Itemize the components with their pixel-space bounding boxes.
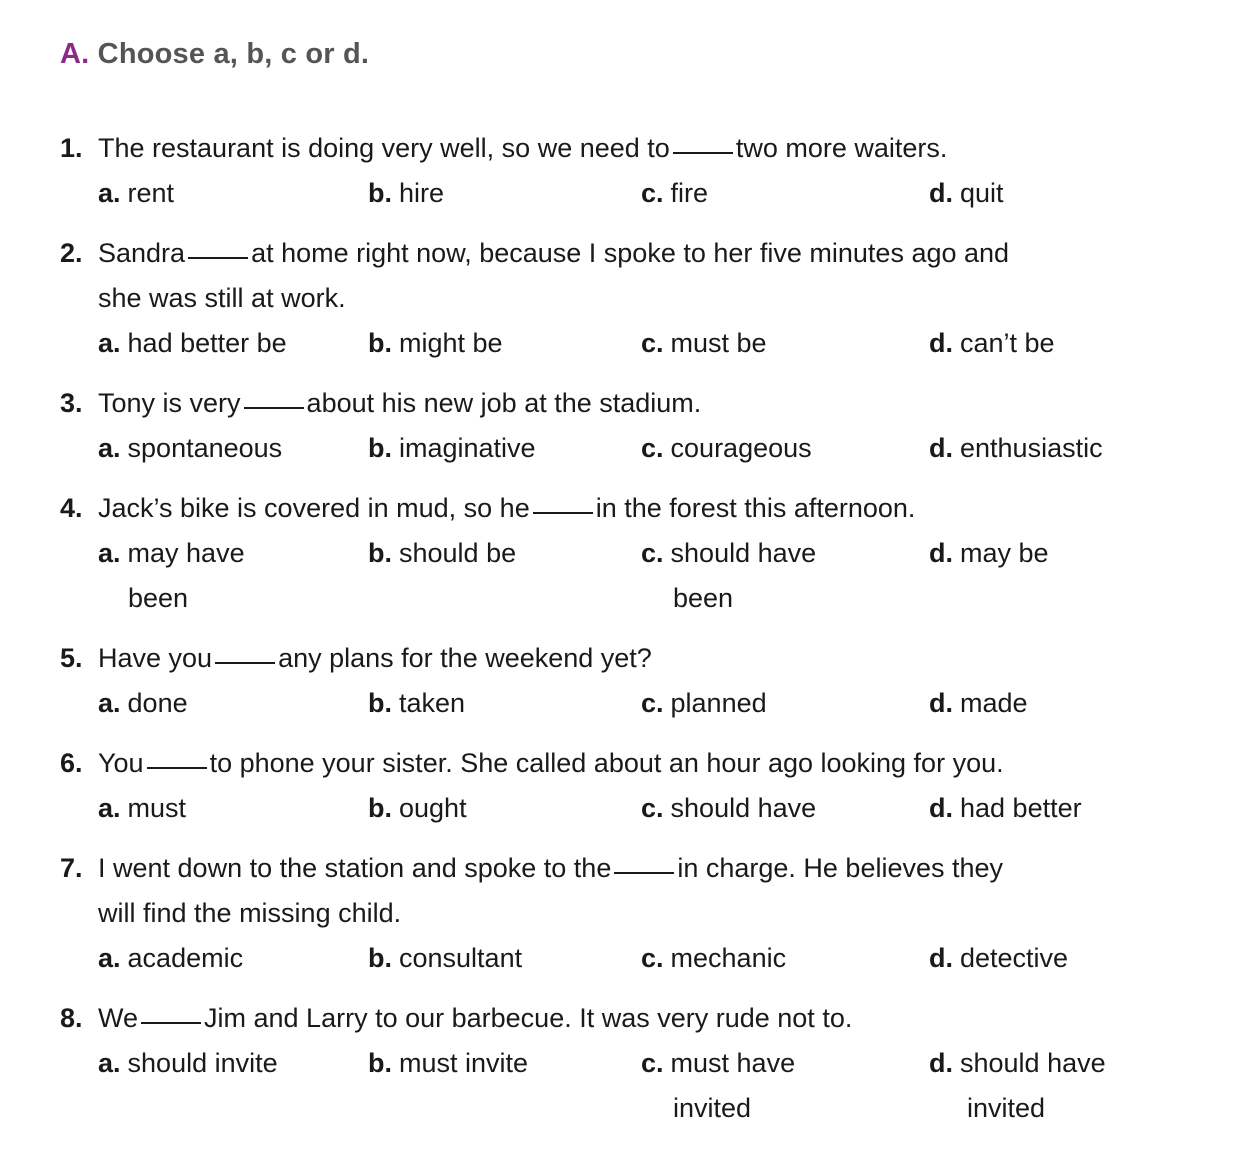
option-d[interactable]: d. should have invited xyxy=(929,1041,1106,1123)
option-c[interactable]: c. fire xyxy=(641,171,708,216)
exercise-heading: A. Choose a, b, c or d. xyxy=(60,38,369,71)
option-c[interactable]: c. courageous xyxy=(641,426,812,471)
question-stem: I went down to the station and spoke to … xyxy=(98,853,1004,883)
option-c[interactable]: c. must have invited xyxy=(641,1041,795,1123)
section-letter: A. xyxy=(60,38,90,70)
option-b[interactable]: b. imaginative xyxy=(368,426,536,471)
question-number: 7. xyxy=(60,853,83,883)
question-number: 5. xyxy=(60,643,83,673)
option-d[interactable]: d. had better xyxy=(929,786,1082,831)
option-d[interactable]: d. enthusiastic xyxy=(929,426,1103,471)
question-stem-continued: will find the missing child. xyxy=(98,898,402,928)
answer-blank xyxy=(146,766,207,770)
option-c[interactable]: c. planned xyxy=(641,681,767,726)
option-a[interactable]: a. rent xyxy=(98,171,174,216)
question-stem: Jack’s bike is covered in mud, so he in t… xyxy=(98,493,916,523)
option-b[interactable]: b. consultant xyxy=(368,936,522,981)
option-a[interactable]: a. had better be xyxy=(98,321,287,366)
question-number: 8. xyxy=(60,1003,83,1033)
question-stem: Have you any plans for the weekend yet? xyxy=(98,643,652,673)
question-stem: We Jim and Larry to our barbecue. It was … xyxy=(98,1003,853,1033)
option-b[interactable]: b. taken xyxy=(368,681,465,726)
question-number: 2. xyxy=(60,238,83,268)
option-a[interactable]: a. should invite xyxy=(98,1041,278,1086)
question-stem: The restaurant is doing very well, so we… xyxy=(98,133,948,163)
option-b[interactable]: b. must invite xyxy=(368,1041,528,1086)
option-b[interactable]: b. should be xyxy=(368,531,516,576)
question-stem: Tony is very about his new job at the sta… xyxy=(98,388,702,418)
option-b[interactable]: b. hire xyxy=(368,171,444,216)
option-a[interactable]: a. must xyxy=(98,786,186,831)
answer-blank xyxy=(215,661,276,665)
option-d[interactable]: d. may be xyxy=(929,531,1049,576)
answer-blank xyxy=(614,871,675,875)
option-a[interactable]: a. done xyxy=(98,681,188,726)
option-c[interactable]: c. must be xyxy=(641,321,767,366)
option-d[interactable]: d. quit xyxy=(929,171,1004,216)
option-d[interactable]: d. can’t be xyxy=(929,321,1055,366)
answer-blank xyxy=(532,511,593,515)
answer-blank xyxy=(188,256,249,260)
option-a[interactable]: a. spontaneous xyxy=(98,426,282,471)
option-c[interactable]: c. should have been xyxy=(641,531,816,613)
question-stem: Sandra at home right now, because I spoke… xyxy=(98,238,1010,268)
option-d[interactable]: d. made xyxy=(929,681,1028,726)
option-a[interactable]: a. may have been xyxy=(98,531,245,613)
option-a[interactable]: a. academic xyxy=(98,936,243,981)
option-b[interactable]: b. ought xyxy=(368,786,467,831)
answer-blank xyxy=(141,1021,202,1025)
question-number: 4. xyxy=(60,493,83,523)
question-stem-continued: she was still at work. xyxy=(98,283,346,313)
option-d[interactable]: d. detective xyxy=(929,936,1068,981)
option-b[interactable]: b. might be xyxy=(368,321,503,366)
question-number: 3. xyxy=(60,388,83,418)
option-c[interactable]: c. should have xyxy=(641,786,816,831)
option-c[interactable]: c. mechanic xyxy=(641,936,786,981)
question-stem: You to phone your sister. She called abou… xyxy=(98,748,1004,778)
answer-blank xyxy=(243,406,304,410)
answer-blank xyxy=(672,151,733,155)
question-number: 1. xyxy=(60,133,83,163)
exercise-instruction: Choose a, b, c or d. xyxy=(97,38,370,70)
question-number: 6. xyxy=(60,748,83,778)
